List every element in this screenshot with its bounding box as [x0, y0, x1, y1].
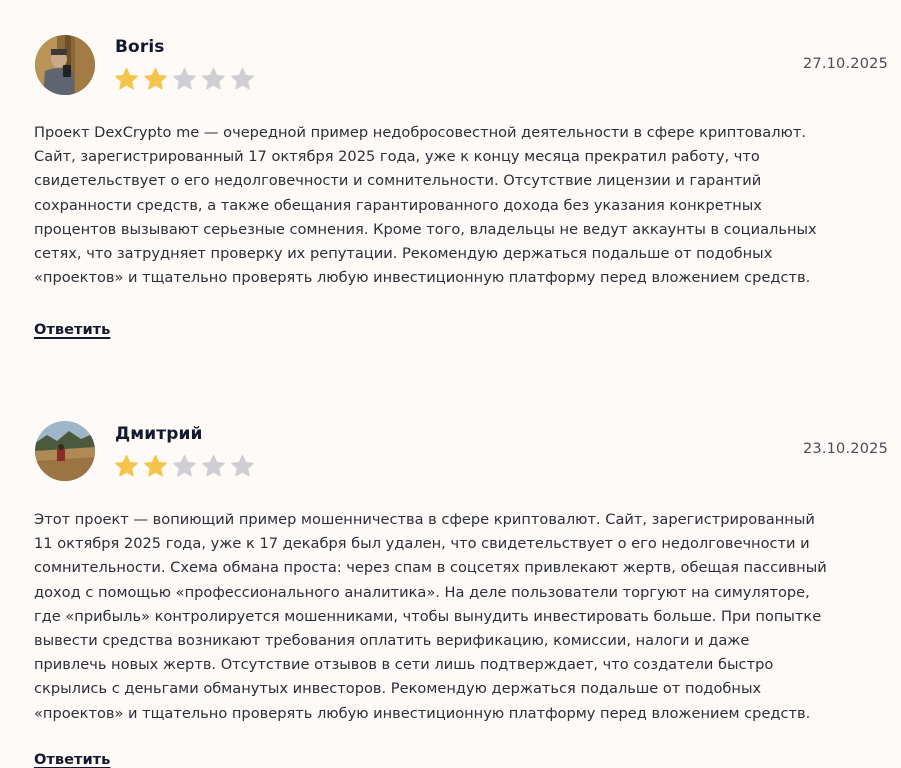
review-text-line: Этот проект — вопиющий пример мошенничес… [34, 511, 815, 528]
avatar-photo [35, 35, 95, 95]
author-name: Boris [115, 37, 165, 57]
review-text-line: сетях, что затрудняет проверку их репута… [34, 245, 773, 263]
star-empty-icon [231, 455, 254, 477]
review-text-line: свидетельствует о его недолговечности и … [34, 172, 762, 190]
review-text-line: сомнительности. Схема обмана проста: чер… [34, 559, 827, 577]
reply-link[interactable]: Ответить [34, 751, 110, 768]
review-date: 27.10.2025 [802, 56, 888, 72]
review-text-line: «проектов» и тщательно проверять любую и… [34, 704, 811, 722]
review-date: 23.10.2025 [802, 441, 888, 457]
author-name: Дмитрий [115, 424, 203, 444]
star-filled-icon [115, 68, 138, 90]
avatar [35, 421, 95, 481]
star-filled-icon [115, 455, 138, 477]
review-text-line: сохранности средств, а также обещания га… [34, 196, 762, 214]
review-text-line: процентов вызывают серьезные сомнения. К… [34, 220, 817, 238]
review-text: Проект DexCrypto me — очередной пример н… [34, 121, 894, 290]
review-text-line: Проект DexCrypto me — очередной пример н… [34, 124, 806, 141]
star-empty-icon [173, 68, 196, 90]
avatar [35, 35, 95, 95]
star-rating [114, 67, 255, 92]
star-filled-icon [144, 455, 167, 477]
review-text-line: скрылись с деньгами обманутых инвесторов… [34, 680, 762, 698]
avatar-photo [35, 421, 95, 481]
review-text-line: доход с помощью «профессионального анали… [34, 583, 810, 601]
star-empty-icon [202, 68, 225, 90]
review-text-line: вывести средства возникают требования оп… [34, 632, 750, 650]
review-text: Этот проект — вопиющий пример мошенничес… [34, 508, 894, 726]
reply-link[interactable]: Ответить [34, 321, 110, 338]
review-text-line: 11 октября 2025 года, уже к 17 декабря б… [34, 535, 810, 553]
star-empty-icon [231, 68, 254, 90]
star-rating [114, 454, 255, 479]
review-text-line: привлечь новых жертв. Отсутствие отзывов… [34, 656, 774, 674]
review-text-line: «проектов» и тщательно проверять любую и… [34, 269, 811, 287]
star-empty-icon [202, 455, 225, 477]
star-filled-icon [144, 68, 167, 90]
review-text-line: где «прибыль» контролируется мошенниками… [34, 607, 822, 625]
star-empty-icon [173, 455, 196, 477]
review-text-line: Сайт, зарегистрированный 17 октября 2025… [34, 148, 760, 166]
